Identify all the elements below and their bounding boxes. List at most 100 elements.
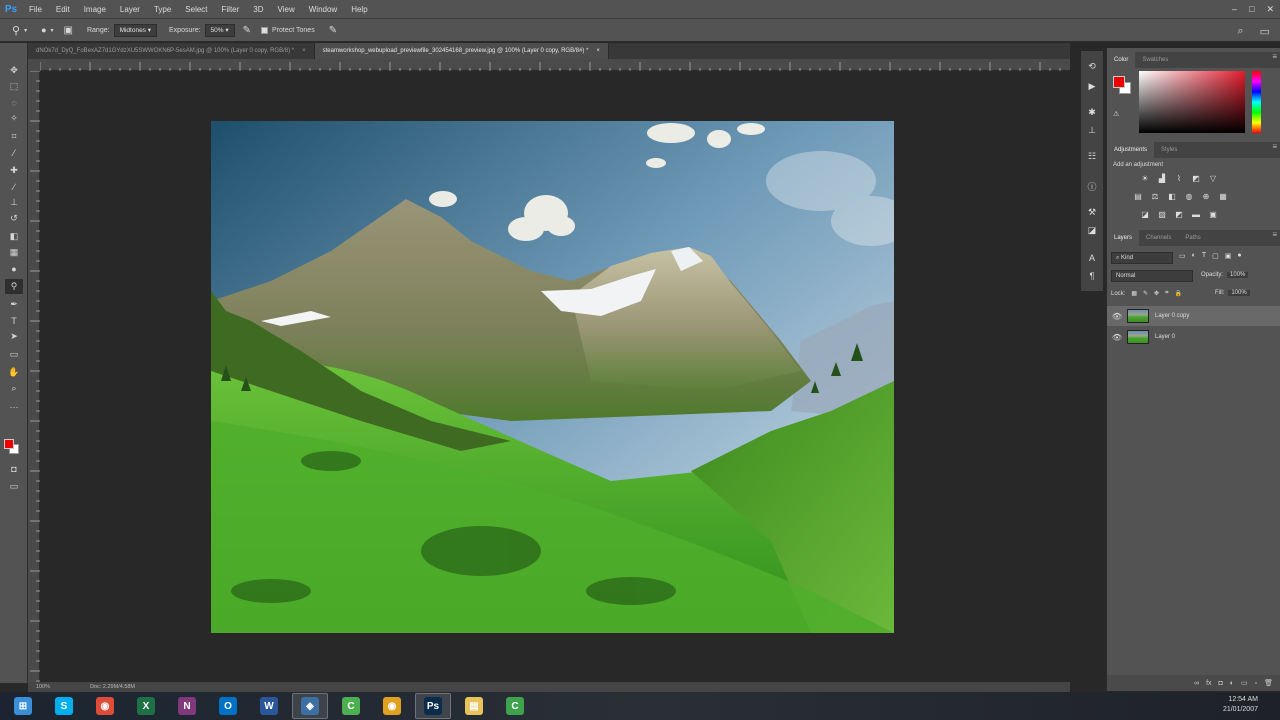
hand-tool-icon[interactable]: ✋: [5, 365, 23, 380]
clone-source-icon[interactable]: ⊥: [1085, 123, 1099, 137]
clone-stamp-tool-icon[interactable]: ⊥: [5, 195, 23, 210]
add-mask-icon[interactable]: ◘: [1219, 680, 1223, 687]
threshold-icon[interactable]: ◩: [1173, 209, 1185, 219]
lock-position-icon[interactable]: ✥: [1154, 290, 1159, 297]
taskbar-button[interactable]: ◈: [292, 693, 328, 719]
tab-layers[interactable]: Layers: [1107, 230, 1140, 246]
menu-file[interactable]: File: [22, 5, 49, 14]
eye-icon[interactable]: 👁: [1107, 312, 1127, 321]
eyedropper-tool-icon[interactable]: ⁄: [5, 145, 23, 160]
protect-tones-checkbox[interactable]: Protect Tones: [261, 26, 315, 34]
move-tool-icon[interactable]: ✥: [5, 63, 23, 78]
brush-settings-icon[interactable]: ✱: [1085, 105, 1099, 119]
fx-icon[interactable]: fx: [1206, 680, 1211, 687]
posterize-icon[interactable]: ▨: [1156, 209, 1168, 219]
vertical-ruler[interactable]: [28, 70, 40, 682]
zoom-tool-icon[interactable]: ⌕: [5, 381, 23, 396]
color-balance-icon[interactable]: ⚖: [1149, 191, 1161, 201]
blend-mode-select[interactable]: Normal: [1111, 270, 1193, 282]
quick-mask-icon[interactable]: ◘: [5, 461, 23, 476]
doc-tab-1[interactable]: dNOk7d_DyQ_FoBexAZ7d1GYdzXU5SWWOKN6P-5es…: [28, 43, 315, 59]
invert-icon[interactable]: ◪: [1139, 209, 1151, 219]
blur-tool-icon[interactable]: ●: [5, 261, 23, 276]
taskbar-button[interactable]: ◉: [87, 693, 123, 719]
minimize-button[interactable]: –: [1232, 4, 1237, 14]
menu-help[interactable]: Help: [344, 5, 374, 14]
foreground-color-swatch[interactable]: [4, 439, 14, 449]
smart-object-filter-icon[interactable]: ▣: [1225, 252, 1232, 260]
eye-icon[interactable]: 👁: [1107, 333, 1127, 342]
exposure-icon[interactable]: ◩: [1190, 173, 1202, 183]
opacity-input[interactable]: 100%: [1227, 272, 1249, 278]
tab-swatches[interactable]: Swatches: [1135, 52, 1175, 68]
color-panel-foreground-swatch[interactable]: [1113, 76, 1125, 88]
adjustment-filter-icon[interactable]: ◐: [1192, 252, 1196, 260]
fill-input[interactable]: 100%: [1228, 290, 1250, 296]
link-layers-icon[interactable]: ∞: [1194, 680, 1199, 687]
healing-brush-tool-icon[interactable]: ✚: [5, 163, 23, 178]
menu-edit[interactable]: Edit: [49, 5, 77, 14]
curves-icon[interactable]: ⌇: [1173, 173, 1185, 183]
lock-transparent-icon[interactable]: ▦: [1131, 290, 1137, 297]
type-tool-icon[interactable]: T: [5, 313, 23, 328]
channel-mixer-icon[interactable]: ⊕: [1200, 191, 1212, 201]
black-white-icon[interactable]: ◧: [1166, 191, 1178, 201]
hue-slider[interactable]: [1252, 71, 1261, 133]
tool-preset-picker[interactable]: ⚲ ▾: [12, 24, 27, 37]
history-brush-tool-icon[interactable]: ↺: [5, 211, 23, 226]
search-icon[interactable]: ⌕: [1237, 25, 1243, 38]
exposure-input[interactable]: 50% ▾: [204, 23, 235, 37]
dodge-tool-icon[interactable]: ⚲: [5, 279, 23, 294]
more-tools-icon[interactable]: ···: [5, 399, 23, 414]
lasso-tool-icon[interactable]: ◌: [5, 95, 23, 110]
color-lookup-icon[interactable]: ▦: [1217, 191, 1229, 201]
pixel-filter-icon[interactable]: ▭: [1179, 252, 1186, 260]
brush-preset-picker[interactable]: ● ▾: [41, 25, 53, 35]
history-panel-icon[interactable]: ⟲: [1085, 59, 1099, 73]
eraser-tool-icon[interactable]: ◧: [5, 229, 23, 244]
paragraph-panel-icon[interactable]: ¶: [1085, 269, 1099, 283]
menu-image[interactable]: Image: [77, 5, 113, 14]
tab-color[interactable]: Color: [1107, 52, 1136, 68]
photo-filter-icon[interactable]: ◍: [1183, 191, 1195, 201]
quick-select-tool-icon[interactable]: ✧: [5, 111, 23, 126]
menu-view[interactable]: View: [271, 5, 302, 14]
levels-icon[interactable]: ▟: [1156, 173, 1168, 183]
hue-saturation-icon[interactable]: ▤: [1132, 191, 1144, 201]
taskbar-button[interactable]: S: [46, 693, 82, 719]
properties-panel-icon[interactable]: ☷: [1085, 149, 1099, 163]
vibrance-icon[interactable]: ▽: [1207, 173, 1219, 183]
doc-tab-2[interactable]: steamworkshop_webupload_previewfile_3024…: [314, 43, 609, 59]
screen-mode-icon[interactable]: ▭: [5, 479, 23, 494]
menu-filter[interactable]: Filter: [215, 5, 247, 14]
panel-menu-icon[interactable]: ≡: [1272, 230, 1277, 239]
panel-menu-icon[interactable]: ≡: [1272, 142, 1277, 151]
lock-artboard-icon[interactable]: ⌗: [1165, 290, 1168, 297]
brush-panel-toggle[interactable]: ▣: [64, 25, 73, 36]
close-icon[interactable]: ×: [302, 48, 306, 54]
brightness-icon[interactable]: ☀: [1139, 173, 1151, 183]
shape-filter-icon[interactable]: ▢: [1212, 252, 1219, 260]
layer-row[interactable]: 👁 Layer 0 copy: [1107, 306, 1280, 326]
crop-tool-icon[interactable]: ⌗: [5, 129, 23, 144]
tab-styles[interactable]: Styles: [1154, 142, 1184, 158]
type-filter-icon[interactable]: T: [1202, 252, 1206, 260]
layer-row[interactable]: 👁 Layer 0: [1107, 327, 1280, 347]
character-panel-icon[interactable]: A: [1085, 251, 1099, 265]
close-button[interactable]: ✕: [1266, 4, 1274, 15]
taskbar-button[interactable]: O: [210, 693, 246, 719]
delete-layer-icon[interactable]: 🗑: [1264, 679, 1273, 687]
zoom-level[interactable]: 100%: [36, 684, 50, 690]
taskbar-button[interactable]: Ps: [415, 693, 451, 719]
tab-paths[interactable]: Paths: [1178, 230, 1207, 246]
taskbar-button[interactable]: X: [128, 693, 164, 719]
taskbar-button[interactable]: C: [333, 693, 369, 719]
path-selection-tool-icon[interactable]: ➤: [5, 329, 23, 344]
taskbar-button[interactable]: ⊞: [5, 693, 41, 719]
taskbar-button[interactable]: ▤: [456, 693, 492, 719]
info-panel-icon[interactable]: ⓘ: [1085, 179, 1099, 193]
actions-panel-icon[interactable]: ▶: [1085, 79, 1099, 93]
system-clock[interactable]: 12:54 AM 21/01/2007: [1223, 695, 1258, 715]
taskbar-button[interactable]: N: [169, 693, 205, 719]
color-spectrum[interactable]: [1139, 71, 1245, 133]
